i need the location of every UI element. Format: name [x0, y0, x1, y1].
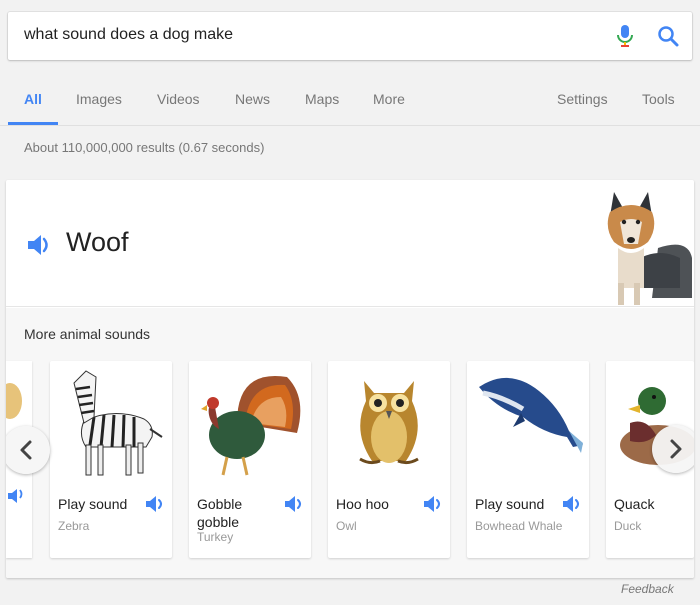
animal-sound-label: Gobble gobble [197, 496, 243, 530]
animal-sound-label: Play sound [58, 496, 128, 512]
tab-videos[interactable]: Videos [157, 91, 200, 107]
tab-more[interactable]: More [373, 91, 405, 107]
answer-header: Woof [6, 180, 694, 307]
settings-link[interactable]: Settings [557, 91, 608, 107]
animal-name: Owl [336, 519, 357, 533]
search-box[interactable]: what sound does a dog make [8, 12, 692, 60]
microphone-icon[interactable] [614, 24, 636, 48]
tab-all[interactable]: All [24, 91, 42, 107]
animal-sound-label: Hoo hoo [336, 496, 389, 512]
tools-link[interactable]: Tools [642, 91, 675, 107]
search-input[interactable]: what sound does a dog make [24, 26, 233, 44]
animal-card-whale[interactable]: Play sound Bowhead Whale [467, 361, 589, 558]
zebra-image [54, 363, 168, 481]
answer-sound-text: Woof [66, 227, 129, 257]
speaker-icon[interactable] [283, 494, 305, 514]
speaker-icon[interactable] [144, 494, 166, 514]
feedback-link[interactable]: Feedback [621, 582, 674, 596]
animal-card-turkey[interactable]: Gobble gobble Turkey [189, 361, 311, 558]
animal-sound-label: Play sound [475, 496, 545, 512]
speaker-icon[interactable] [561, 494, 583, 514]
chevron-right-icon [670, 439, 682, 459]
animal-name: Zebra [58, 519, 90, 533]
more-animal-sounds: More animal sounds Play sound Zebra Gobb… [6, 308, 694, 578]
animal-card-zebra[interactable]: Play sound Zebra [50, 361, 172, 558]
speaker-icon[interactable] [26, 232, 54, 258]
chevron-left-icon [20, 440, 32, 460]
tab-images[interactable]: Images [76, 91, 122, 107]
animal-card-owl[interactable]: Hoo hoo Owl [328, 361, 450, 558]
carousel-next-button[interactable] [652, 425, 694, 473]
animal-name: Duck [614, 519, 642, 533]
search-icon[interactable] [656, 24, 680, 48]
section-title: More animal sounds [24, 326, 151, 342]
owl-image [332, 363, 446, 481]
speaker-icon[interactable] [422, 494, 444, 514]
answer-card: Woof More animal sounds Play sound Zebra… [6, 180, 694, 578]
carousel-prev-button[interactable] [6, 426, 50, 474]
search-tabs: All Images Videos News Maps More Setting… [0, 80, 700, 126]
animal-name: Bowhead Whale [475, 519, 563, 533]
tab-news[interactable]: News [235, 91, 270, 107]
whale-image [471, 363, 585, 481]
animal-sound-label: Quack [614, 496, 655, 512]
turkey-image [193, 363, 307, 481]
animal-name: Turkey [197, 530, 234, 544]
result-stats: About 110,000,000 results (0.67 seconds) [24, 140, 265, 155]
active-tab-indicator [8, 122, 58, 125]
dog-image [600, 188, 692, 308]
tab-maps[interactable]: Maps [305, 91, 339, 107]
